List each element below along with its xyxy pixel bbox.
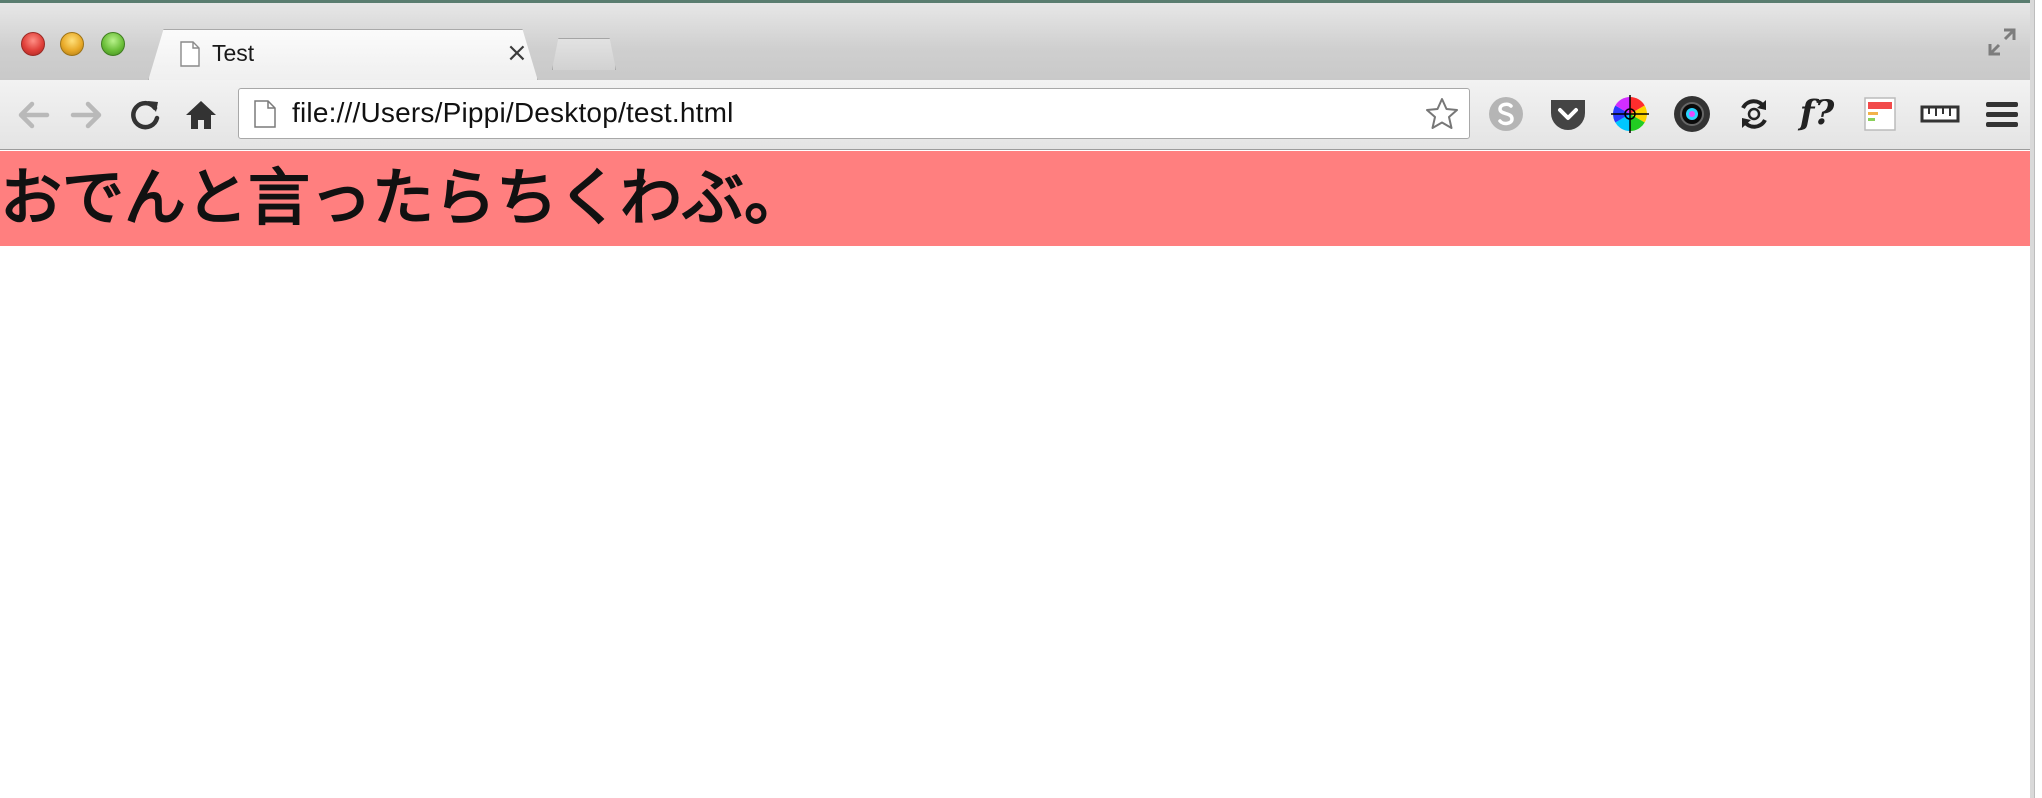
menu-icon[interactable] (1982, 94, 2022, 134)
close-window-button[interactable] (21, 32, 45, 56)
url-text[interactable]: file:///Users/Pippi/Desktop/test.html (292, 97, 734, 129)
page-heading: おでんと言ったらちくわぶ。 (0, 161, 807, 234)
page-icon (180, 41, 200, 67)
browser-window: Test × file:///Users/Pippi/Desktop/test.… (0, 0, 2042, 798)
window-border (2034, 0, 2042, 798)
page-icon (254, 100, 276, 128)
camera-lens-icon[interactable] (1672, 94, 1712, 134)
ruler-icon[interactable] (1920, 94, 1960, 134)
color-wheel-icon[interactable] (1610, 94, 1650, 134)
tab-title: Test (212, 40, 255, 66)
star-icon[interactable] (1424, 96, 1460, 132)
sync-icon[interactable] (1734, 94, 1774, 134)
minimize-window-button[interactable] (60, 32, 84, 56)
new-tab-button[interactable] (552, 38, 616, 70)
tab-test[interactable] (148, 29, 538, 81)
page-content (0, 151, 2034, 798)
home-icon[interactable] (182, 96, 220, 134)
fullscreen-icon[interactable] (1986, 26, 2018, 58)
reload-icon[interactable] (126, 96, 164, 134)
zoom-window-button[interactable] (101, 32, 125, 56)
fonts-question-icon[interactable]: f? (1794, 90, 1840, 136)
arrow-right-icon[interactable] (68, 96, 106, 134)
layout-icon[interactable] (1860, 94, 1900, 134)
pocket-icon[interactable] (1548, 94, 1588, 134)
arrow-left-icon[interactable] (14, 96, 52, 134)
tab-close-button[interactable]: × (506, 38, 528, 68)
skype-icon[interactable] (1486, 94, 1526, 134)
